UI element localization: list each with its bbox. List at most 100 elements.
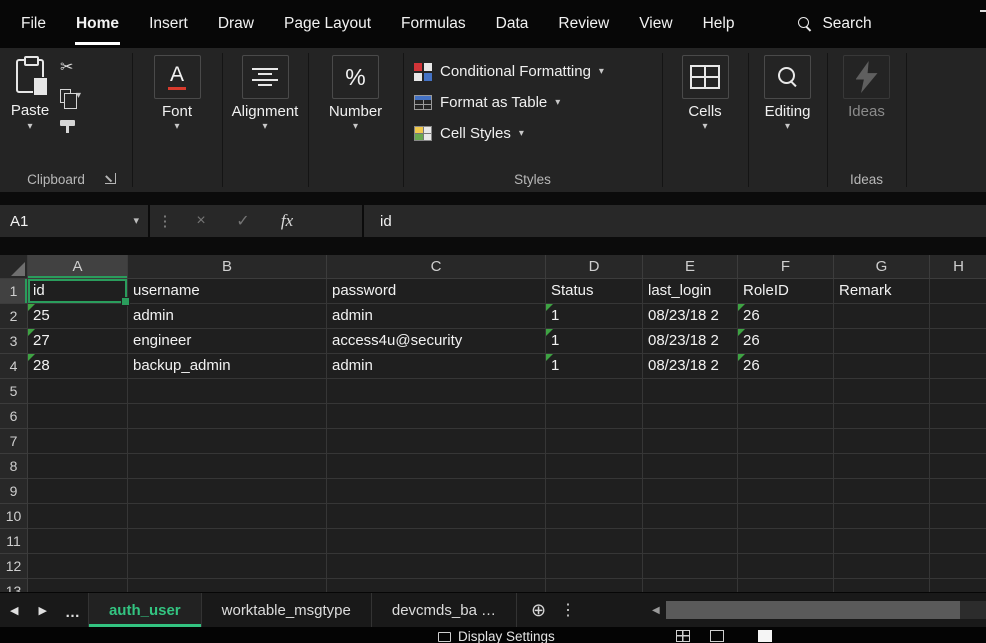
display-settings-button[interactable]: Display Settings <box>438 629 555 643</box>
cell-H4[interactable] <box>930 354 986 379</box>
col-header-C[interactable]: C <box>327 255 546 279</box>
cell-B10[interactable] <box>128 504 327 529</box>
enter-button[interactable]: ✓ <box>222 211 264 231</box>
cell-G7[interactable] <box>834 429 930 454</box>
cell-C12[interactable] <box>327 554 546 579</box>
cell-H11[interactable] <box>930 529 986 554</box>
row-header-12[interactable]: 12 <box>0 554 28 579</box>
cell-A1[interactable]: id <box>28 279 128 304</box>
font-button[interactable]: Font ▾ <box>132 55 222 132</box>
view-page-break-icon[interactable] <box>758 630 772 642</box>
cell-F3[interactable]: 26 <box>738 329 834 354</box>
cell-D12[interactable] <box>546 554 643 579</box>
cell-D3[interactable]: 1 <box>546 329 643 354</box>
cell-A11[interactable] <box>28 529 128 554</box>
cell-A5[interactable] <box>28 379 128 404</box>
cell-F9[interactable] <box>738 479 834 504</box>
hscroll-left-button[interactable]: ◀ <box>652 593 660 627</box>
cell-G13[interactable] <box>834 579 930 592</box>
cell-styles-button[interactable]: Cell Styles ▾ <box>403 118 662 149</box>
cell-D4[interactable]: 1 <box>546 354 643 379</box>
cell-F13[interactable] <box>738 579 834 592</box>
row-header-9[interactable]: 9 <box>0 479 28 504</box>
cell-E1[interactable]: last_login <box>643 279 738 304</box>
row-header-10[interactable]: 10 <box>0 504 28 529</box>
sheet-options-button[interactable]: ⋮ <box>560 593 576 627</box>
cell-C4[interactable]: admin <box>327 354 546 379</box>
col-header-E[interactable]: E <box>643 255 738 279</box>
cell-H13[interactable] <box>930 579 986 592</box>
cell-B2[interactable]: admin <box>128 304 327 329</box>
cell-F11[interactable] <box>738 529 834 554</box>
row-header-8[interactable]: 8 <box>0 454 28 479</box>
formula-input[interactable]: id <box>364 205 986 237</box>
col-header-H[interactable]: H <box>930 255 986 279</box>
insert-function-button[interactable]: fx <box>264 211 310 231</box>
col-header-A[interactable]: A <box>28 255 128 279</box>
menu-item-page-layout[interactable]: Page Layout <box>269 0 386 48</box>
add-sheet-button[interactable]: ⊕ <box>531 593 546 627</box>
scrollbar-thumb[interactable] <box>666 601 960 619</box>
cell-E3[interactable]: 08/23/18 2 <box>643 329 738 354</box>
cell-D10[interactable] <box>546 504 643 529</box>
cell-D2[interactable]: 1 <box>546 304 643 329</box>
cell-B12[interactable] <box>128 554 327 579</box>
cell-G8[interactable] <box>834 454 930 479</box>
tab-devcmds[interactable]: devcmds_ba … <box>372 593 517 627</box>
cell-G5[interactable] <box>834 379 930 404</box>
col-header-D[interactable]: D <box>546 255 643 279</box>
number-button[interactable]: Number ▾ <box>308 55 403 132</box>
cell-G12[interactable] <box>834 554 930 579</box>
sheet-nav-left[interactable]: ◀ <box>0 593 28 627</box>
cell-H10[interactable] <box>930 504 986 529</box>
cell-E11[interactable] <box>643 529 738 554</box>
cell-C1[interactable]: password <box>327 279 546 304</box>
cell-B1[interactable]: username <box>128 279 327 304</box>
conditional-formatting-button[interactable]: Conditional Formatting ▾ <box>403 56 662 87</box>
select-all-corner[interactable] <box>0 255 28 279</box>
cell-B6[interactable] <box>128 404 327 429</box>
sheet-list-button[interactable]: … <box>57 593 88 627</box>
cell-A4[interactable]: 28 <box>28 354 128 379</box>
cell-A2[interactable]: 25 <box>28 304 128 329</box>
row-header-3[interactable]: 3 <box>0 329 28 354</box>
cell-G9[interactable] <box>834 479 930 504</box>
cell-A13[interactable] <box>28 579 128 592</box>
cell-E6[interactable] <box>643 404 738 429</box>
format-as-table-button[interactable]: Format as Table ▾ <box>403 87 662 118</box>
paste-button[interactable]: Paste ▾ <box>6 55 54 132</box>
cells-button[interactable]: Cells ▾ <box>662 55 748 132</box>
cell-F4[interactable]: 26 <box>738 354 834 379</box>
cell-H9[interactable] <box>930 479 986 504</box>
cell-F6[interactable] <box>738 404 834 429</box>
cell-E13[interactable] <box>643 579 738 592</box>
cell-H2[interactable] <box>930 304 986 329</box>
menu-item-data[interactable]: Data <box>481 0 544 48</box>
cell-E5[interactable] <box>643 379 738 404</box>
cell-C5[interactable] <box>327 379 546 404</box>
tab-auth_user[interactable]: auth_user <box>88 593 202 627</box>
cell-A12[interactable] <box>28 554 128 579</box>
cell-E4[interactable]: 08/23/18 2 <box>643 354 738 379</box>
cell-A7[interactable] <box>28 429 128 454</box>
cell-A3[interactable]: 27 <box>28 329 128 354</box>
col-header-G[interactable]: G <box>834 255 930 279</box>
cell-D9[interactable] <box>546 479 643 504</box>
clipboard-dialog-launcher[interactable] <box>105 173 116 184</box>
name-box-resize-handle[interactable]: ⋮ <box>150 212 180 230</box>
col-header-F[interactable]: F <box>738 255 834 279</box>
cell-G10[interactable] <box>834 504 930 529</box>
menu-item-formulas[interactable]: Formulas <box>386 0 481 48</box>
cell-C7[interactable] <box>327 429 546 454</box>
cell-F12[interactable] <box>738 554 834 579</box>
menu-item-insert[interactable]: Insert <box>134 0 203 48</box>
format-painter-button[interactable] <box>60 114 106 138</box>
sheet-nav-right[interactable]: ▶ <box>28 593 56 627</box>
cell-C13[interactable] <box>327 579 546 592</box>
cell-G3[interactable] <box>834 329 930 354</box>
cell-E12[interactable] <box>643 554 738 579</box>
cell-C2[interactable]: admin <box>327 304 546 329</box>
cell-H12[interactable] <box>930 554 986 579</box>
cell-C3[interactable]: access4u@security <box>327 329 546 354</box>
cell-H6[interactable] <box>930 404 986 429</box>
